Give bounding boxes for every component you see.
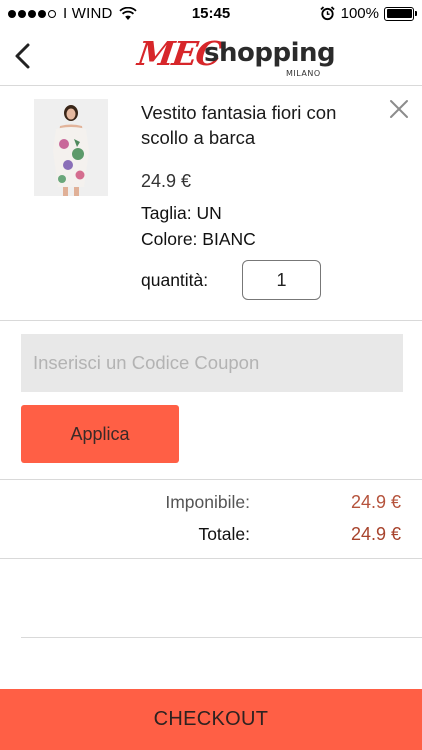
checkout-button[interactable]: CHECKOUT: [0, 689, 422, 750]
alarm-clock-icon: [319, 6, 335, 21]
close-icon: [390, 100, 408, 118]
subtotal-label: Imponibile:: [165, 492, 250, 512]
product-size: Taglia: UN: [141, 203, 222, 224]
battery-icon: [384, 6, 417, 21]
size-value: UN: [196, 203, 222, 223]
remove-item-button[interactable]: [388, 98, 410, 120]
color-value: BIANC: [202, 229, 256, 249]
apply-coupon-button[interactable]: Applica: [21, 405, 179, 463]
status-right: 100%: [319, 5, 417, 22]
size-label: Taglia:: [141, 203, 192, 223]
divider: [21, 637, 422, 638]
logo-shopping: shopping: [204, 38, 336, 68]
order-totals: Imponibile: 24.9 € Totale: 24.9 €: [0, 479, 422, 559]
product-color: Colore: BIANC: [141, 229, 256, 250]
total-label: Totale:: [198, 524, 250, 544]
chevron-left-icon: [15, 43, 30, 69]
app-header: MEC shopping MILANO: [0, 28, 422, 86]
color-label: Colore:: [141, 229, 198, 249]
status-bar: I WIND 15:45 100%: [0, 0, 422, 28]
quantity-input[interactable]: [242, 260, 321, 300]
product-image[interactable]: [34, 99, 108, 196]
subtotal-value: 24.9 €: [350, 492, 401, 512]
product-photo: [34, 99, 108, 196]
product-price: 24.9 €: [141, 171, 192, 191]
battery-percentage: 100%: [340, 5, 379, 22]
quantity-label: quantità:: [141, 270, 209, 290]
brand-logo: MEC shopping MILANO: [135, 34, 348, 80]
logo-milano: MILANO: [286, 69, 321, 78]
coupon-code-input[interactable]: [21, 334, 403, 392]
back-button[interactable]: [10, 40, 36, 72]
cart-item: Vestito fantasia fiori con scollo a barc…: [0, 86, 422, 321]
product-name[interactable]: Vestito fantasia fiori con scollo a barc…: [141, 100, 381, 150]
total-value: 24.9 €: [350, 524, 401, 544]
